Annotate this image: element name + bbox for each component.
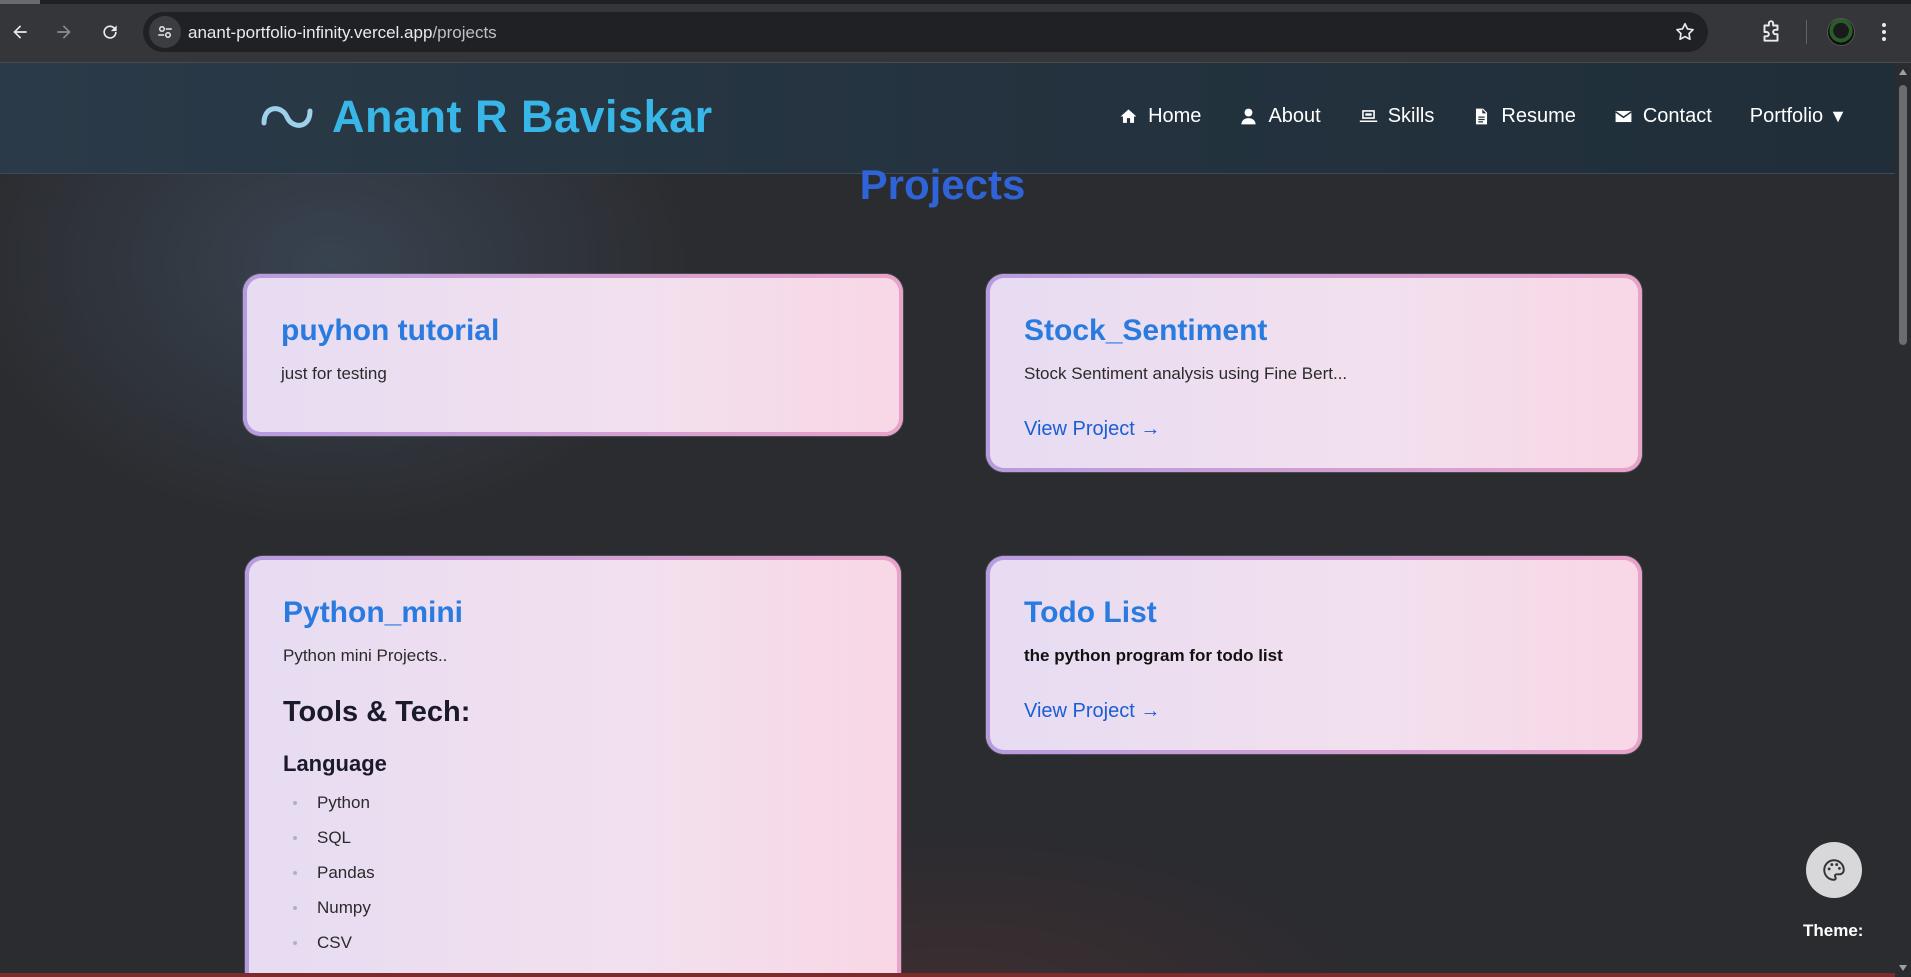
toolbar-divider [1806,20,1807,44]
address-bar[interactable]: anant-portfolio-infinity.vercel.app/proj… [143,12,1708,52]
forward-button[interactable] [48,16,80,48]
user-icon [1241,108,1257,125]
active-tab-edge[interactable] [0,0,40,4]
project-description: Python mini Projects.. [283,646,448,665]
url-host: anant-portfolio-infinity.vercel.app [188,23,433,42]
laptop-icon [1359,110,1377,123]
list-item: CSV [293,933,863,968]
list-item: Pandas [293,863,863,898]
theme-label: Theme: [1803,921,1864,940]
browser-toolbar: anant-portfolio-infinity.vercel.app/proj… [0,0,1911,63]
list-item: Python [293,793,863,828]
palette-icon [1823,859,1845,881]
project-title: puyhon tutorial [281,314,500,347]
url-path: /projects [432,23,497,42]
reload-button[interactable] [94,16,126,48]
nav-portfolio-dropdown[interactable]: Portfolio ▼ [1750,105,1847,128]
project-title: Stock_Sentiment [1024,314,1268,347]
project-card-puyhon-tutorial: puyhon tutorial just for testing [243,274,903,436]
reload-icon [103,25,117,39]
nav-resume[interactable]: Resume [1472,105,1576,128]
project-description: the python program for todo list [1024,646,1283,665]
infinity-wave-icon [261,106,313,128]
main-nav: Home About Skills Resume Contact Portfol… [1081,105,1847,128]
bookmark-star-icon[interactable] [1674,21,1696,43]
theme-button[interactable] [1806,842,1862,898]
nav-portfolio-label: Portfolio [1749,105,1824,127]
arrow-left-icon [13,25,27,39]
scroll-down-icon[interactable] [1899,965,1907,971]
document-icon [1476,108,1488,125]
nav-about-label: About [1268,105,1321,127]
bottom-edge [0,973,1895,977]
list-item: Numpy [293,898,863,933]
nav-home[interactable]: Home [1119,105,1201,128]
nav-contact[interactable]: Contact [1614,105,1712,128]
project-title: Python_mini [283,596,464,629]
project-card-python-mini: Python_mini Python mini Projects.. Tools… [245,556,901,977]
nav-contact-label: Contact [1642,105,1712,127]
nav-skills[interactable]: Skills [1359,105,1435,128]
language-list: Python SQL Pandas Numpy CSV [283,793,863,968]
scrollbar-thumb[interactable] [1899,85,1907,345]
view-project-link[interactable]: View Project → [1024,700,1160,723]
project-card-todo-list: Todo List the python program for todo li… [986,556,1642,754]
tools-heading: Tools & Tech: [283,696,471,728]
page-title: Projects [859,161,1026,208]
nav-home-label: Home [1148,105,1202,127]
site-header: Anant R Baviskar Home About Skills Resum… [0,63,1895,174]
nav-resume-label: Resume [1501,105,1576,127]
brand[interactable]: Anant R Baviskar [260,91,713,143]
arrow-right-icon [57,25,71,39]
language-heading: Language [283,751,387,776]
envelope-icon [1614,110,1632,123]
project-description: Stock Sentiment analysis using Fine Bert… [1024,364,1348,383]
caret-down-icon: ▼ [1829,106,1847,126]
list-item: SQL [293,828,863,863]
home-icon [1120,109,1137,123]
extensions-puzzle-icon[interactable] [1758,19,1784,45]
site-info-button[interactable] [149,16,181,48]
page-viewport: Anant R Baviskar Home About Skills Resum… [0,63,1895,977]
nav-skills-label: Skills [1387,105,1435,127]
url-text[interactable]: anant-portfolio-infinity.vercel.app/proj… [188,23,497,43]
project-card-stock-sentiment: Stock_Sentiment Stock Sentiment analysis… [986,274,1642,472]
page-scrollbar[interactable] [1895,63,1911,977]
back-button[interactable] [4,16,36,48]
more-vertical-icon[interactable] [1872,20,1896,44]
project-description: just for testing [281,364,387,383]
tab-strip [0,0,1911,4]
project-title: Todo List [1024,596,1157,629]
profile-avatar[interactable] [1827,18,1855,46]
tune-icon [158,26,172,38]
brand-name: Anant R Baviskar [332,91,713,142]
nav-about[interactable]: About [1239,105,1321,128]
scroll-up-icon[interactable] [1899,69,1907,75]
view-project-link[interactable]: View Project → [1024,418,1160,441]
